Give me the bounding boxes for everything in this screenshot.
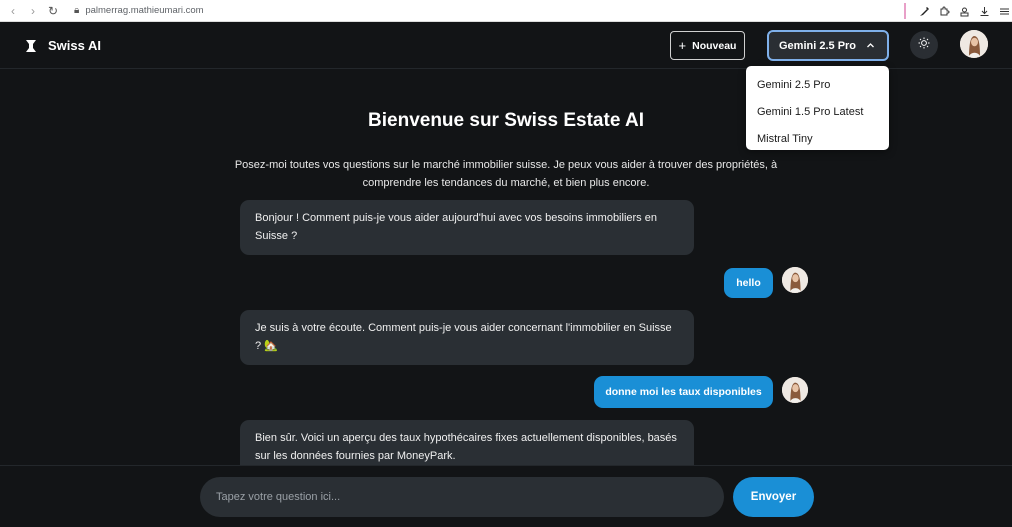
model-select-value: Gemini 2.5 Pro xyxy=(779,39,857,52)
new-chat-button[interactable]: + Nouveau xyxy=(670,31,745,60)
app-header: Swiss AI + Nouveau Gemini 2.5 Pro xyxy=(0,22,1012,69)
send-button[interactable]: Envoyer xyxy=(733,477,814,517)
model-option[interactable]: Gemini 2.5 Pro xyxy=(746,71,889,98)
pen-icon[interactable] xyxy=(919,6,930,17)
assistant-message: Je suis à votre écoute. Comment puis-je … xyxy=(240,310,694,365)
app-name: Swiss AI xyxy=(48,38,101,53)
model-select[interactable]: Gemini 2.5 Pro xyxy=(767,30,889,61)
lock-icon: 🔒︎ xyxy=(74,5,80,16)
sun-icon xyxy=(918,36,930,54)
composer: Envoyer xyxy=(0,465,1012,527)
user-avatar[interactable] xyxy=(960,30,988,58)
extensions-icon[interactable] xyxy=(939,6,950,17)
model-option[interactable]: Mistral Tiny xyxy=(746,125,889,152)
model-option[interactable]: Gemini 1.5 Pro Latest xyxy=(746,98,889,125)
profile-icon[interactable] xyxy=(959,6,970,17)
assistant-message: Bonjour ! Comment puis-je vous aider auj… xyxy=(240,200,694,255)
user-avatar xyxy=(782,267,808,293)
theme-toggle-button[interactable] xyxy=(910,31,938,59)
user-avatar xyxy=(782,377,808,403)
back-icon[interactable]: ‹ xyxy=(6,4,20,18)
model-dropdown-menu: Gemini 2.5 Pro Gemini 1.5 Pro Latest Mis… xyxy=(746,66,889,150)
chevron-up-icon xyxy=(866,41,875,52)
logo-icon xyxy=(26,39,36,52)
reload-icon[interactable]: ↻ xyxy=(46,4,60,18)
new-chat-label: Nouveau xyxy=(692,39,737,52)
user-message: donne moi les taux disponibles xyxy=(594,376,773,408)
download-icon[interactable] xyxy=(979,6,990,17)
divider xyxy=(904,3,906,19)
plus-icon: + xyxy=(678,38,687,53)
forward-icon[interactable]: › xyxy=(26,4,40,18)
question-input[interactable] xyxy=(200,477,724,517)
menu-icon[interactable] xyxy=(999,6,1010,17)
page-subtitle: Posez-moi toutes vos questions sur le ma… xyxy=(234,159,778,189)
browser-toolbar: ‹ › ↻ 🔒︎ palmerrag.mathieumari.com xyxy=(0,0,1012,22)
user-message: hello xyxy=(724,268,773,298)
address-bar[interactable]: palmerrag.mathieumari.com xyxy=(85,5,203,16)
